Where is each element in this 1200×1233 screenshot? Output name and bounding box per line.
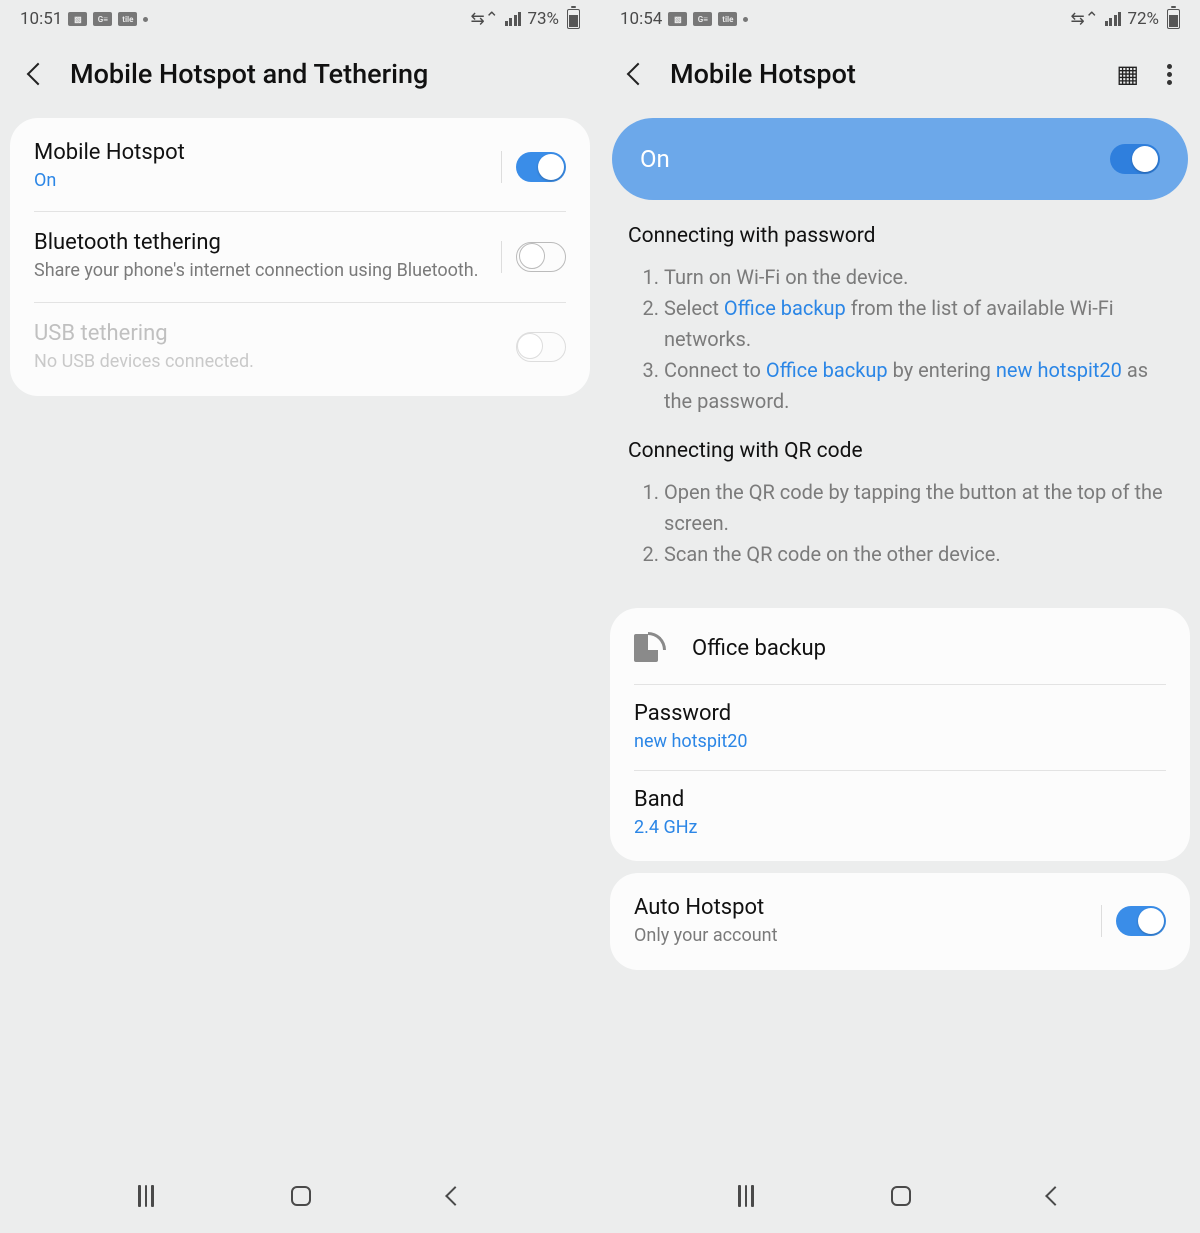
- battery-percent: 73%: [527, 9, 559, 29]
- password-step-2: Select Office backup from the list of av…: [664, 293, 1172, 355]
- bluetooth-tethering-desc: Share your phone's internet connection u…: [34, 259, 489, 283]
- auto-hotspot-label: Auto Hotspot: [634, 895, 1089, 920]
- hotspot-master-toggle[interactable]: [1110, 144, 1160, 174]
- usb-tethering-toggle: [516, 332, 566, 362]
- password-step-1: Turn on Wi-Fi on the device.: [664, 262, 1172, 293]
- network-name-link: Office backup: [724, 296, 846, 320]
- page-header: Mobile Hotspot and Tethering: [0, 38, 600, 110]
- divider-icon: [501, 241, 502, 273]
- navigation-bar: [0, 1159, 600, 1233]
- page-header: Mobile Hotspot ▦: [600, 38, 1200, 110]
- mobile-hotspot-status: On: [34, 169, 489, 193]
- news-icon: G≡: [693, 12, 712, 26]
- password-label: Password: [634, 701, 1166, 726]
- status-bar: 10:51 ▧ G≡ tile ⇆⌃ 73%: [0, 0, 600, 38]
- nav-back-button[interactable]: [445, 1186, 465, 1206]
- connecting-password-title: Connecting with password: [628, 224, 1172, 248]
- qr-step-1: Open the QR code by tapping the button a…: [664, 477, 1172, 539]
- signal-icon: [505, 12, 522, 26]
- nav-back-button[interactable]: [1045, 1186, 1065, 1206]
- picture-icon: ▧: [668, 12, 687, 26]
- page-title: Mobile Hotspot and Tethering: [70, 58, 428, 90]
- usb-tethering-label: USB tethering: [34, 321, 504, 346]
- band-label: Band: [634, 787, 1166, 812]
- mobile-hotspot-toggle[interactable]: [516, 152, 566, 182]
- network-config-card: Office backup Password new hotspit20 Ban…: [610, 608, 1190, 861]
- password-row[interactable]: Password new hotspit20: [610, 685, 1190, 770]
- news-icon: G≡: [93, 12, 112, 26]
- status-time: 10:51: [20, 9, 62, 29]
- wifi-icon: ⇆⌃: [1070, 9, 1099, 29]
- band-value: 2.4 GHz: [634, 816, 1166, 840]
- auto-hotspot-sub: Only your account: [634, 924, 1089, 948]
- qr-code-button[interactable]: ▦: [1116, 60, 1137, 88]
- auto-hotspot-row[interactable]: Auto Hotspot Only your account: [610, 877, 1190, 966]
- password-value: new hotspit20: [634, 730, 1166, 754]
- picture-icon: ▧: [68, 12, 87, 26]
- nav-home-button[interactable]: [891, 1186, 911, 1206]
- screen-tethering: 10:51 ▧ G≡ tile ⇆⌃ 73% Mobile Hotspot an…: [0, 0, 600, 1233]
- qr-steps-list: Open the QR code by tapping the button a…: [628, 477, 1172, 570]
- tile-icon: tile: [718, 12, 737, 26]
- usb-tethering-desc: No USB devices connected.: [34, 350, 504, 374]
- battery-percent: 72%: [1127, 9, 1159, 29]
- divider-icon: [501, 151, 502, 183]
- status-time: 10:54: [620, 9, 662, 29]
- battery-icon: [1167, 9, 1180, 29]
- nav-recents-button[interactable]: [138, 1185, 154, 1207]
- tile-icon: tile: [118, 12, 137, 26]
- password-link: new hotspit20: [996, 358, 1122, 382]
- screen-hotspot-detail: 10:54 ▧ G≡ tile ⇆⌃ 72% Mobile Hotspot ▦ …: [600, 0, 1200, 1233]
- mobile-hotspot-label: Mobile Hotspot: [34, 140, 489, 165]
- instructions-section: Connecting with password Turn on Wi-Fi o…: [600, 214, 1200, 600]
- band-row[interactable]: Band 2.4 GHz: [610, 771, 1190, 856]
- auto-hotspot-toggle[interactable]: [1116, 906, 1166, 936]
- status-bar: 10:54 ▧ G≡ tile ⇆⌃ 72%: [600, 0, 1200, 38]
- more-notifications-icon: [743, 17, 748, 22]
- password-step-3: Connect to Office backup by entering new…: [664, 355, 1172, 417]
- bluetooth-tethering-row[interactable]: Bluetooth tethering Share your phone's i…: [10, 212, 590, 301]
- mobile-hotspot-row[interactable]: Mobile Hotspot On: [10, 122, 590, 211]
- nav-recents-button[interactable]: [738, 1185, 754, 1207]
- nav-home-button[interactable]: [291, 1186, 311, 1206]
- qr-step-2: Scan the QR code on the other device.: [664, 539, 1172, 570]
- signal-icon: [1105, 12, 1122, 26]
- settings-card: Mobile Hotspot On Bluetooth tethering Sh…: [10, 118, 590, 396]
- more-options-button[interactable]: [1163, 60, 1176, 89]
- back-button[interactable]: [27, 63, 50, 86]
- network-name-row[interactable]: Office backup: [610, 612, 1190, 684]
- bluetooth-tethering-label: Bluetooth tethering: [34, 230, 489, 255]
- usb-tethering-row: USB tethering No USB devices connected.: [10, 303, 590, 392]
- connecting-qr-title: Connecting with QR code: [628, 439, 1172, 463]
- hotspot-master-toggle-row[interactable]: On: [612, 118, 1188, 200]
- password-steps-list: Turn on Wi-Fi on the device. Select Offi…: [628, 262, 1172, 417]
- more-notifications-icon: [143, 17, 148, 22]
- hotspot-master-label: On: [640, 145, 670, 173]
- wifi-icon: ⇆⌃: [470, 9, 499, 29]
- page-title: Mobile Hotspot: [670, 58, 856, 90]
- network-name-link: Office backup: [766, 358, 888, 382]
- bluetooth-tethering-toggle[interactable]: [516, 242, 566, 272]
- hotspot-icon: [634, 634, 664, 662]
- back-button[interactable]: [627, 63, 650, 86]
- network-name-value: Office backup: [692, 636, 826, 661]
- auto-hotspot-card: Auto Hotspot Only your account: [610, 873, 1190, 970]
- battery-icon: [567, 9, 580, 29]
- navigation-bar: [600, 1159, 1200, 1233]
- divider-icon: [1101, 905, 1102, 937]
